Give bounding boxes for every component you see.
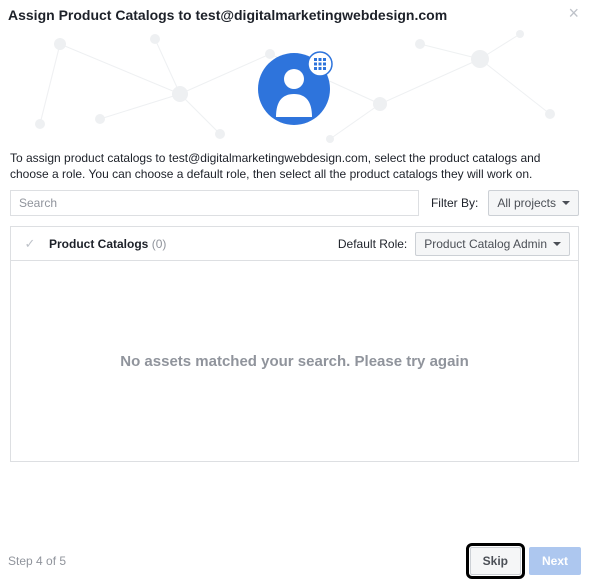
- default-role-label: Default Role:: [338, 237, 415, 251]
- caret-down-icon: [553, 242, 561, 246]
- filter-projects-selected: All projects: [497, 196, 556, 210]
- hero-graphic: [0, 24, 589, 144]
- next-button[interactable]: Next: [529, 547, 581, 575]
- filter-projects-dropdown[interactable]: All projects: [488, 190, 579, 216]
- filter-by-label: Filter By:: [423, 196, 484, 210]
- table-header-row: ✓ Product Catalogs (0) Default Role: Pro…: [11, 227, 578, 261]
- column-title-text: Product Catalogs: [49, 237, 148, 251]
- next-button-label: Next: [542, 554, 568, 568]
- default-role-selected: Product Catalog Admin: [424, 237, 547, 251]
- select-all-checkbox[interactable]: ✓: [19, 236, 41, 252]
- caret-down-icon: [562, 201, 570, 205]
- assign-product-catalogs-dialog: Assign Product Catalogs to test@digitalm…: [0, 0, 589, 581]
- default-role-dropdown[interactable]: Product Catalog Admin: [415, 232, 570, 256]
- table-body: No assets matched your search. Please tr…: [11, 261, 578, 461]
- close-icon[interactable]: ×: [568, 6, 579, 20]
- search-input[interactable]: [10, 190, 419, 216]
- skip-button[interactable]: Skip: [470, 547, 521, 575]
- dialog-header: Assign Product Catalogs to test@digitalm…: [0, 0, 589, 24]
- dialog-footer: Step 4 of 5 Skip Next: [0, 547, 589, 575]
- column-title-count: (0): [152, 237, 167, 251]
- dialog-title: Assign Product Catalogs to test@digitalm…: [8, 6, 568, 24]
- check-icon: ✓: [25, 236, 36, 252]
- search-filter-row: Filter By: All projects: [0, 186, 589, 216]
- column-title: Product Catalogs (0): [41, 237, 338, 251]
- step-indicator: Step 4 of 5: [8, 554, 470, 568]
- product-catalogs-table: ✓ Product Catalogs (0) Default Role: Pro…: [10, 226, 579, 462]
- empty-state-message: No assets matched your search. Please tr…: [120, 353, 469, 370]
- skip-button-label: Skip: [483, 554, 508, 568]
- dialog-description: To assign product catalogs to test@digit…: [0, 150, 589, 182]
